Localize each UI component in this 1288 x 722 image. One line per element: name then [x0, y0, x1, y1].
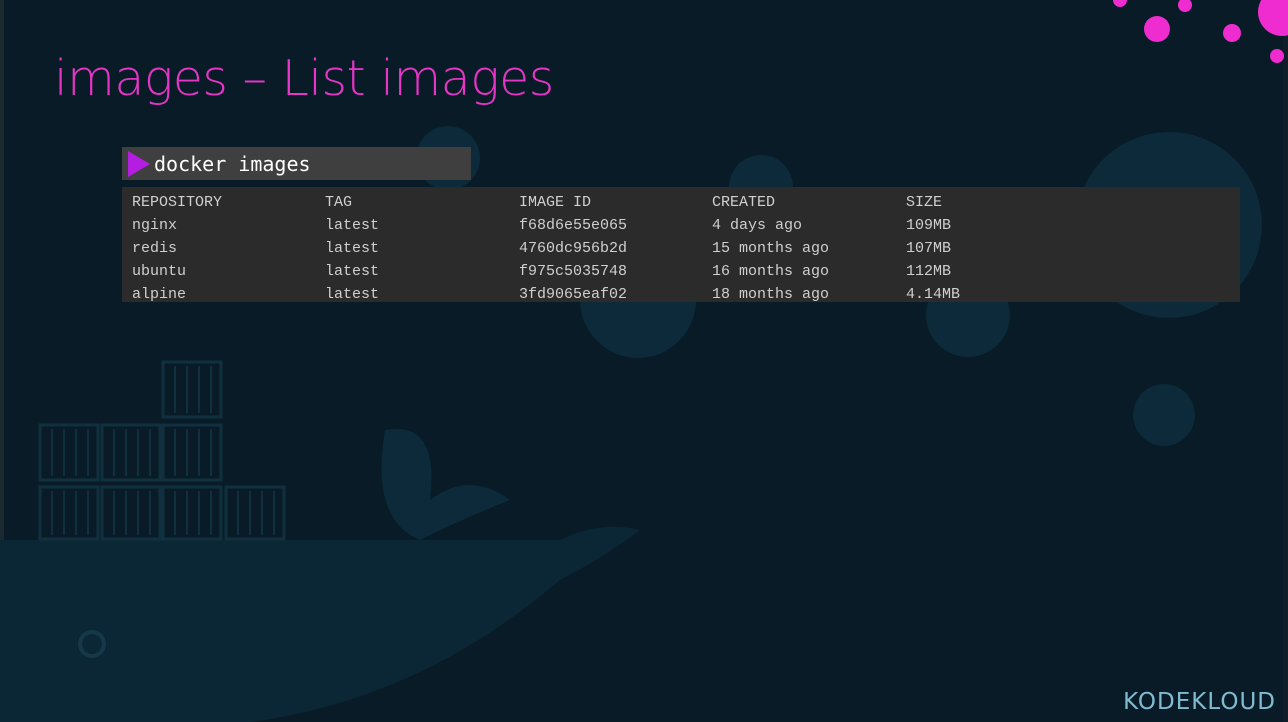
cell-image-id: 3fd9065eaf02 [519, 286, 628, 303]
cell-tag: latest [325, 217, 380, 234]
cell-tag: latest [325, 240, 380, 257]
column-header: TAG [325, 194, 353, 211]
pink-dots-decoration [1113, 0, 1288, 63]
cell-tag: latest [325, 286, 380, 303]
command-text: docker images [154, 151, 311, 176]
cell-image-id: 4760dc956b2d [519, 240, 628, 257]
whale-body-shape [0, 526, 640, 722]
cell-created: 4 days ago [712, 217, 803, 234]
cell-created: 16 months ago [712, 263, 830, 280]
column-header: SIZE [906, 194, 943, 211]
cell-size: 109MB [906, 217, 952, 234]
cell-image-id: f68d6e55e065 [519, 217, 628, 234]
images-table: REPOSITORY TAG IMAGE ID CREATED SIZE ngi… [132, 191, 1026, 306]
docker-whale-background-icon [0, 0, 1288, 722]
cell-created: 18 months ago [712, 286, 830, 303]
cell-repository: alpine [132, 286, 187, 303]
cell-repository: ubuntu [132, 263, 187, 280]
terminal-output: REPOSITORY TAG IMAGE ID CREATED SIZE ngi… [122, 187, 1240, 303]
command-bar: docker images [122, 147, 471, 180]
cell-size: 107MB [906, 240, 952, 257]
cell-repository: nginx [132, 217, 178, 234]
cell-size: 4.14MB [906, 286, 961, 303]
column-header: CREATED [712, 194, 776, 211]
column-header: REPOSITORY [132, 194, 223, 211]
table-header-row: REPOSITORY TAG IMAGE ID CREATED SIZE [132, 191, 1026, 214]
whale-tail-shape [381, 428, 510, 540]
play-triangle-icon [122, 147, 150, 180]
table-row: ubuntu latest f975c5035748 16 months ago… [132, 260, 1026, 283]
table-row: redis latest 4760dc956b2d 15 months ago … [132, 237, 1026, 260]
kodekloud-logo: KODEKLOUD [1123, 689, 1276, 715]
column-header: IMAGE ID [519, 194, 592, 211]
cell-image-id: f975c5035748 [519, 263, 628, 280]
table-row: nginx latest f68d6e55e065 4 days ago 109… [132, 214, 1026, 237]
table-row: alpine latest 3fd9065eaf02 18 months ago… [132, 283, 1026, 306]
cell-size: 112MB [906, 263, 952, 280]
cell-created: 15 months ago [712, 240, 830, 257]
page-title: images – List images [54, 50, 554, 107]
cell-repository: redis [132, 240, 178, 257]
bubble-shape [1133, 384, 1195, 446]
cell-tag: latest [325, 263, 380, 280]
